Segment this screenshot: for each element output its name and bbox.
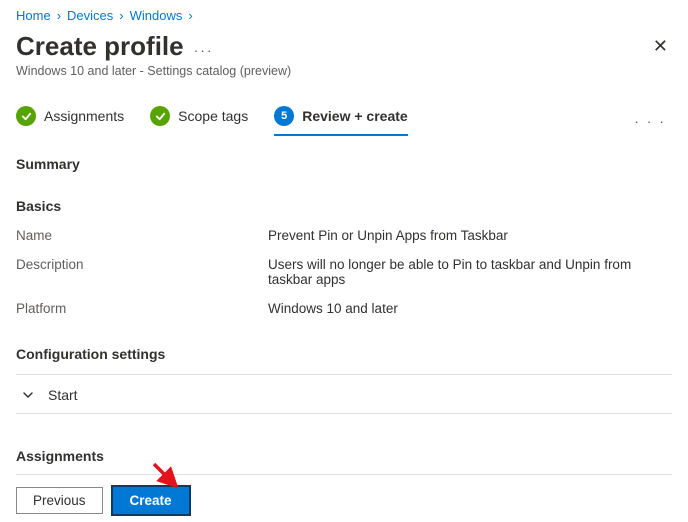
chevron-right-icon: › bbox=[119, 8, 123, 23]
step-number-icon: 5 bbox=[274, 106, 294, 126]
breadcrumb-home[interactable]: Home bbox=[16, 8, 51, 23]
assignments-heading: Assignments bbox=[16, 448, 672, 475]
breadcrumb: Home › Devices › Windows › bbox=[16, 8, 672, 29]
config-group-start[interactable]: Start bbox=[16, 375, 672, 414]
close-icon[interactable]: ✕ bbox=[649, 33, 672, 59]
chevron-down-icon bbox=[22, 389, 34, 401]
previous-button[interactable]: Previous bbox=[16, 487, 103, 514]
basics-description-label: Description bbox=[16, 257, 268, 287]
basics-name-value: Prevent Pin or Unpin Apps from Taskbar bbox=[268, 228, 532, 243]
summary-heading: Summary bbox=[16, 156, 672, 172]
wizard-tabs: Assignments Scope tags 5 Review + create… bbox=[16, 106, 672, 136]
tabs-more-icon[interactable]: · · · bbox=[634, 113, 672, 129]
tab-review-create[interactable]: 5 Review + create bbox=[274, 106, 407, 136]
title-more-icon[interactable]: ··· bbox=[194, 42, 214, 62]
page-subtitle: Windows 10 and later - Settings catalog … bbox=[16, 62, 672, 78]
breadcrumb-windows[interactable]: Windows bbox=[130, 8, 183, 23]
page-title: Create profile bbox=[16, 31, 184, 62]
footer-bar: Previous Create bbox=[0, 477, 688, 522]
config-group-label: Start bbox=[48, 387, 78, 403]
basics-heading: Basics bbox=[16, 198, 672, 214]
chevron-right-icon: › bbox=[57, 8, 61, 23]
tab-scope-tags[interactable]: Scope tags bbox=[150, 106, 248, 136]
check-icon bbox=[150, 106, 170, 126]
basics-name-label: Name bbox=[16, 228, 268, 243]
tab-label: Scope tags bbox=[178, 108, 248, 124]
config-settings-heading: Configuration settings bbox=[16, 346, 672, 362]
basics-platform-value: Windows 10 and later bbox=[268, 301, 422, 316]
basics-platform-label: Platform bbox=[16, 301, 268, 316]
breadcrumb-devices[interactable]: Devices bbox=[67, 8, 113, 23]
chevron-right-icon: › bbox=[188, 8, 192, 23]
create-button[interactable]: Create bbox=[113, 487, 189, 514]
basics-description-value: Users will no longer be able to Pin to t… bbox=[268, 257, 672, 287]
check-icon bbox=[16, 106, 36, 126]
tab-assignments[interactable]: Assignments bbox=[16, 106, 124, 136]
tab-label: Assignments bbox=[44, 108, 124, 124]
tab-label: Review + create bbox=[302, 108, 407, 124]
